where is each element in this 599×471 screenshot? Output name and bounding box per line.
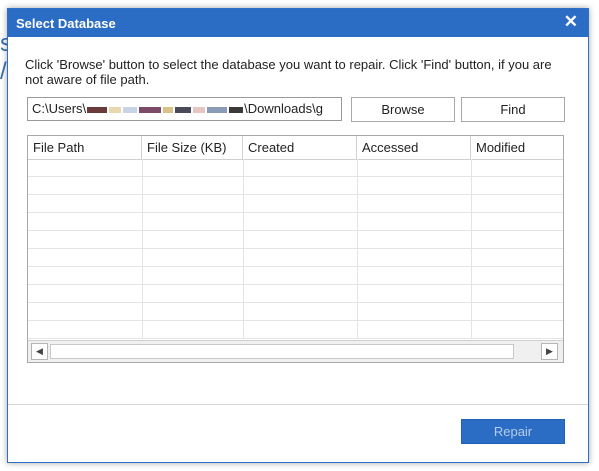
scroll-right-icon[interactable]: ▶ [541,343,558,360]
column-header-file-path[interactable]: File Path [28,136,142,159]
redacted-segment [87,106,108,113]
instruction-text: Click 'Browse' button to select the data… [25,57,552,87]
table-row [28,321,563,339]
table-row [28,249,563,267]
path-prefix: C:\Users\ [32,101,87,116]
column-header-created[interactable]: Created [243,136,357,159]
horizontal-scrollbar[interactable]: ◀ ▶ [28,340,563,362]
table-row [28,285,563,303]
table-row [28,231,563,249]
find-button[interactable]: Find [461,97,565,122]
redacted-segment [175,106,192,113]
redacted-segment [163,106,174,113]
select-database-dialog: Select Database ✕ Click 'Browse' button … [7,8,589,463]
background-fragment: / [0,58,7,85]
dialog-title: Select Database [16,16,116,31]
footer-separator [8,404,588,405]
column-header-modified[interactable]: Modified [471,136,563,159]
table-row [28,177,563,195]
repair-button[interactable]: Repair [461,419,565,444]
close-icon[interactable]: ✕ [564,12,578,32]
table-row [28,159,563,177]
column-header-accessed[interactable]: Accessed [357,136,471,159]
redacted-segment [229,106,244,113]
file-path-input[interactable]: C:\Users\ \Downloads\g [27,97,342,121]
browse-button[interactable]: Browse [351,97,455,122]
table-row [28,267,563,285]
column-header-file-size[interactable]: File Size (KB) [142,136,243,159]
redacted-segment [193,106,206,113]
table-row [28,195,563,213]
table-row [28,303,563,321]
scroll-left-icon[interactable]: ◀ [31,343,48,360]
redacted-segment [123,106,138,113]
table-row [28,213,563,231]
redacted-segment [139,106,162,113]
dialog-title-bar: Select Database ✕ [8,9,588,37]
redacted-segment [207,106,228,113]
table-header: File Path File Size (KB) Created Accesse… [28,136,563,160]
path-suffix: \Downloads\g [244,101,323,116]
database-list-table[interactable]: File Path File Size (KB) Created Accesse… [27,135,564,363]
redacted-segment [109,106,122,113]
scrollbar-thumb[interactable] [50,344,514,359]
